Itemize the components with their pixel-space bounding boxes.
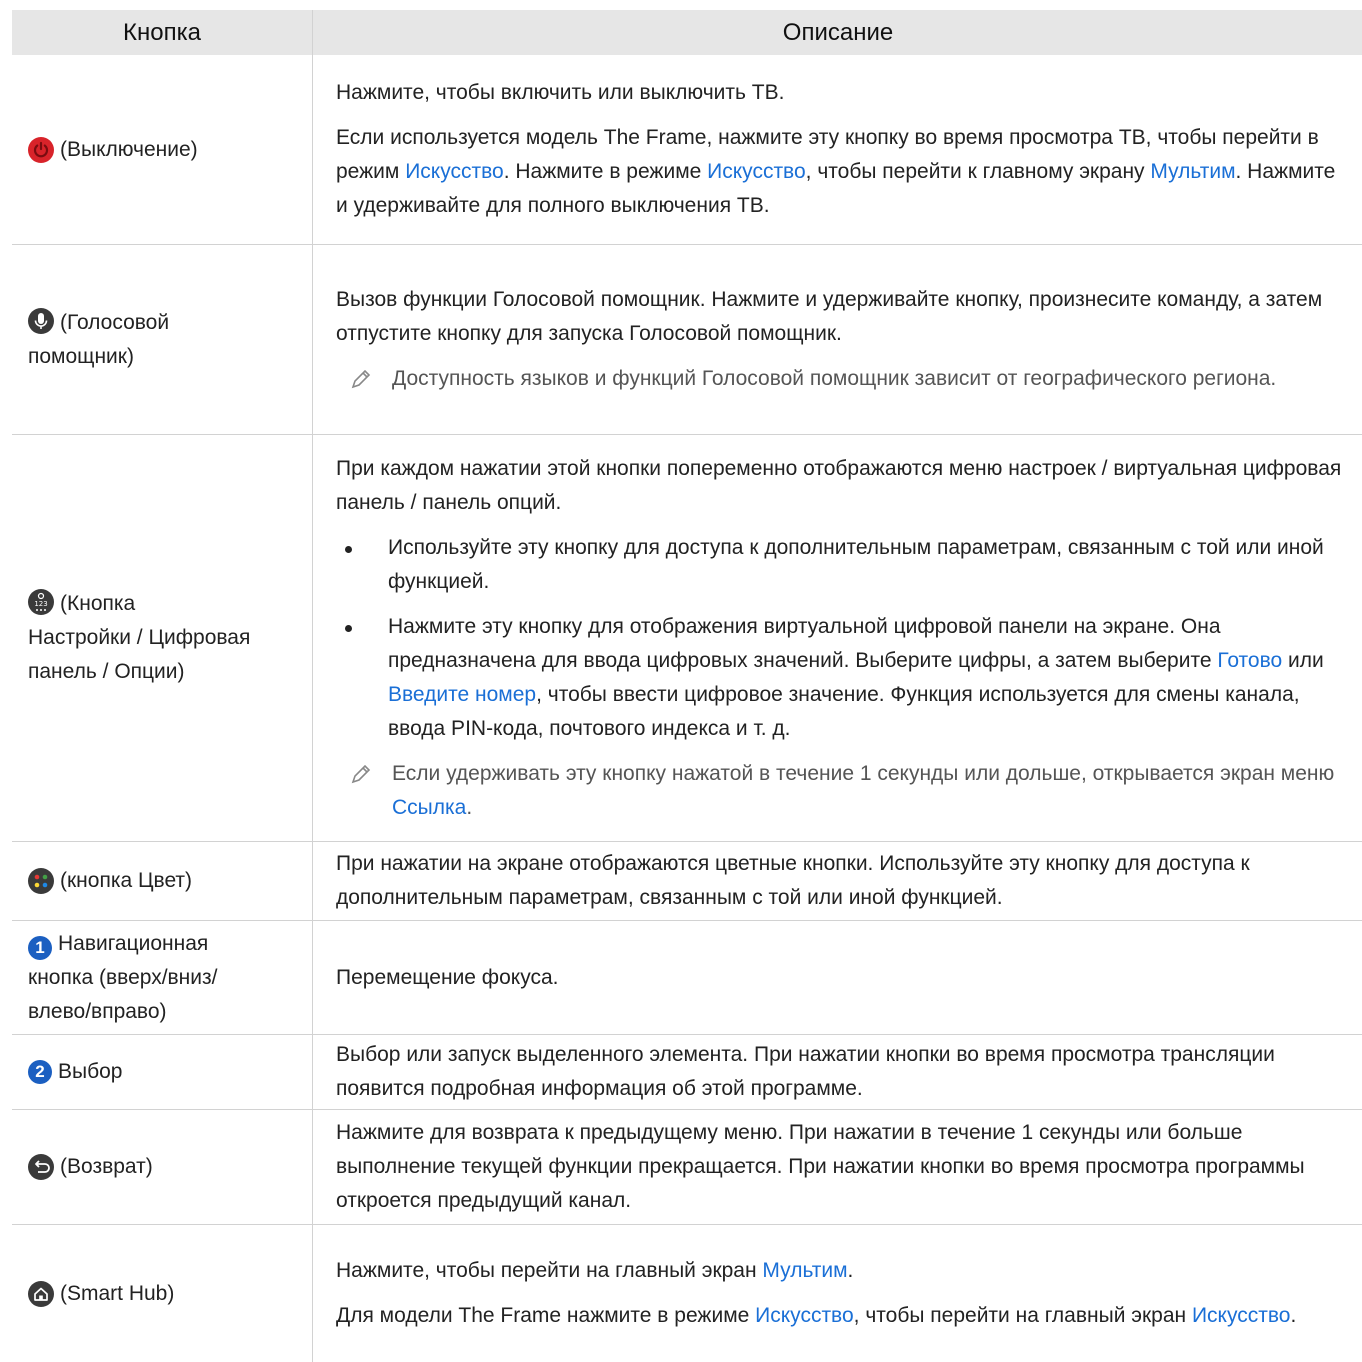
bullet-dot-icon [345,545,352,553]
power-icon [28,136,54,163]
button-cell: (Возврат) [12,1110,313,1224]
header-button-column: Кнопка [12,10,313,55]
button-cell: 2 Выбор [12,1035,313,1109]
link-enter-number[interactable]: Введите номер [388,683,536,706]
link-reference[interactable]: Ссылка [392,796,466,819]
button-label: Навигационная [58,931,209,955]
description-text: Вызов функции Голосовой помощник. Нажмит… [336,288,1323,345]
note-text: Доступность языков и функций Голосовой п… [392,367,1277,390]
remote-buttons-table: Кнопка Описание (Выключение) Нажмите, чт… [12,10,1362,1362]
link-multimedia[interactable]: Мультим [762,1259,847,1282]
button-cell: (Голосовой помощник) [12,245,313,434]
link-multimedia[interactable]: Мультим [1150,160,1235,183]
number-1-icon: 1 [28,935,52,960]
description-cell: При нажатии на экране отображаются цветн… [313,842,1362,920]
description-text: Для модели The Frame нажмите в режиме Ис… [336,1304,1297,1327]
button-cell: 1 Навигационная кнопка (вверх/вниз/ влево… [12,921,313,1034]
link-art-mode[interactable]: Искусство [1192,1304,1291,1327]
button-cell: (Выключение) [12,55,313,244]
button-label: Выбор [58,1060,123,1083]
link-art-mode[interactable]: Искусство [707,160,806,183]
description-text: Выбор или запуск выделенного элемента. П… [336,1043,1275,1100]
table-row-voice-assistant: (Голосовой помощник) Вызов функции Голос… [12,245,1362,435]
table-row-settings-numpad: 123 (Кнопка Настройки / Цифровая панель … [12,435,1362,842]
description-text: Если используется модель The Frame, нажм… [336,126,1336,217]
button-label: помощник) [28,344,134,368]
number-2-icon: 2 [28,1060,52,1084]
button-label: Настройки / Цифровая [28,626,251,649]
description-text: При нажатии на экране отображаются цветн… [336,852,1250,909]
button-label: (Возврат) [60,1155,153,1178]
bullet-item: Используйте эту кнопку для доступа к доп… [336,531,1349,599]
table-row-power: (Выключение) Нажмите, чтобы включить или… [12,55,1362,245]
button-cell: (Smart Hub) [12,1225,313,1362]
button-cell: (кнопка Цвет) [12,842,313,920]
table-row-navigation: 1 Навигационная кнопка (вверх/вниз/ влево… [12,921,1362,1035]
link-art-mode[interactable]: Искусство [755,1304,854,1327]
description-cell: Выбор или запуск выделенного элемента. П… [313,1035,1362,1109]
description-text: Перемещение фокуса. [336,965,559,989]
description-cell: Нажмите, чтобы перейти на главный экран … [313,1225,1362,1362]
bullet-dot-icon [345,624,352,632]
description-text: Нажмите, чтобы включить или выключить ТВ… [336,81,785,104]
description-cell: Нажмите для возврата к предыдущему меню.… [313,1110,1362,1224]
home-icon [28,1280,54,1307]
button-label: панель / Опции) [28,660,185,683]
microphone-icon [28,307,54,334]
button-label: кнопка (вверх/вниз/ [28,965,218,989]
header-description-column: Описание [782,18,894,46]
button-label: (Выключение) [60,137,198,161]
description-cell: При каждом нажатии этой кнопки поперемен… [313,435,1362,841]
description-text: При каждом нажатии этой кнопки поперемен… [336,456,1342,514]
description-cell: Вызов функции Голосовой помощник. Нажмит… [313,245,1362,434]
button-label: (Голосовой [60,310,170,334]
svg-text:123: 123 [34,600,47,608]
table-row-select: 2 Выбор Выбор или запуск выделенного элем… [12,1035,1362,1110]
color-button-icon [28,868,54,894]
table-row-return: (Возврат) Нажмите для возврата к предыду… [12,1110,1362,1225]
table-header: Кнопка Описание [12,10,1362,55]
button-cell: 123 (Кнопка Настройки / Цифровая панель … [12,435,313,841]
return-icon [28,1154,54,1180]
pencil-icon [350,367,372,389]
link-done[interactable]: Готово [1217,649,1282,672]
description-text: Нажмите, чтобы перейти на главный экран … [336,1259,854,1282]
button-label: (кнопка Цвет) [60,869,193,892]
table-row-smart-hub: (Smart Hub) Нажмите, чтобы перейти на гл… [12,1225,1362,1362]
bullet-item: Нажмите эту кнопку для отображения вирту… [336,610,1349,746]
description-cell: Перемещение фокуса. [313,921,1362,1034]
note: Если удерживать эту кнопку нажатой в теч… [336,757,1349,825]
settings-numpad-icon: 123 [28,589,54,615]
button-label: (Кнопка [60,592,136,615]
button-label: влево/вправо) [28,999,167,1023]
table-row-color: (кнопка Цвет) При нажатии на экране отоб… [12,842,1362,921]
pencil-icon [350,762,372,784]
button-label: (Smart Hub) [60,1281,175,1305]
link-art-mode[interactable]: Искусство [405,160,504,183]
note: Доступность языков и функций Голосовой п… [336,362,1349,396]
description-text: Нажмите для возврата к предыдущему меню.… [336,1121,1305,1212]
description-cell: Нажмите, чтобы включить или выключить ТВ… [313,55,1362,244]
